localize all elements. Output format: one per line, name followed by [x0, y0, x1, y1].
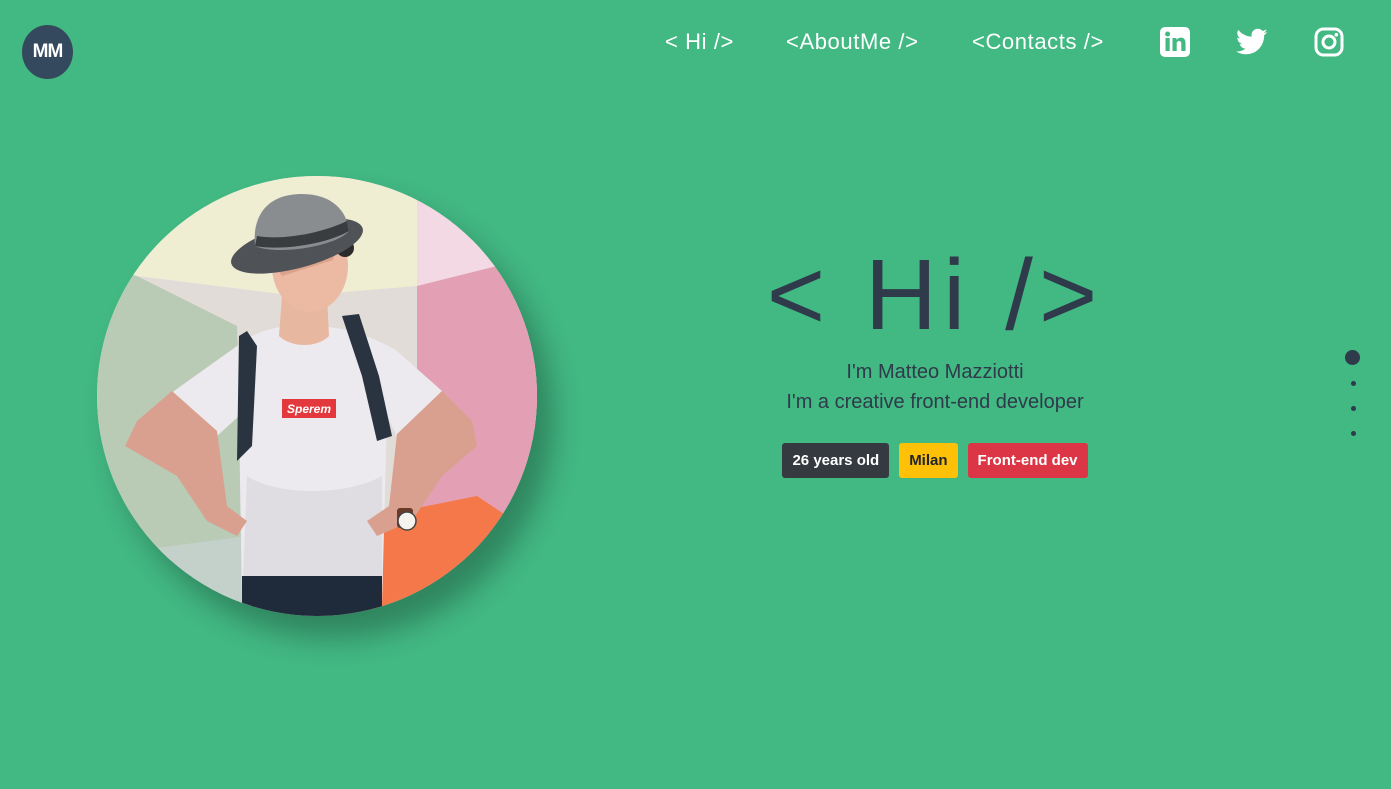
logo-avatar[interactable]: MM [22, 25, 73, 79]
section-dot[interactable] [1351, 431, 1356, 436]
hero-role-line: I'm a creative front-end developer [786, 391, 1084, 413]
section-dot[interactable] [1351, 406, 1356, 411]
twitter-icon[interactable] [1236, 26, 1268, 58]
nav-link-hi[interactable]: < Hi /> [665, 28, 734, 58]
hero-title: < Hi /> [766, 239, 1104, 351]
profile-portrait: Sperem [97, 176, 537, 616]
badge-row: 26 years old Milan Front-end dev [700, 443, 1170, 478]
nav-link-contacts[interactable]: <Contacts /> [972, 28, 1104, 58]
hero-name-line: I'm Matteo Mazziotti [846, 361, 1024, 383]
section-dot-active[interactable] [1345, 350, 1360, 365]
badge-city: Milan [899, 443, 958, 478]
section-dot[interactable] [1351, 381, 1356, 386]
badge-age: 26 years old [782, 443, 890, 478]
nav-link-aboutme[interactable]: <AboutMe /> [786, 28, 919, 58]
badge-role: Front-end dev [967, 443, 1088, 478]
shirt-logo-text: Sperem [287, 402, 331, 416]
instagram-icon[interactable] [1313, 26, 1345, 58]
linkedin-icon[interactable] [1159, 26, 1191, 58]
hero-section: < Hi /> I'm Matteo Mazziotti I'm a creat… [700, 240, 1170, 478]
logo-text: MM [32, 41, 64, 62]
